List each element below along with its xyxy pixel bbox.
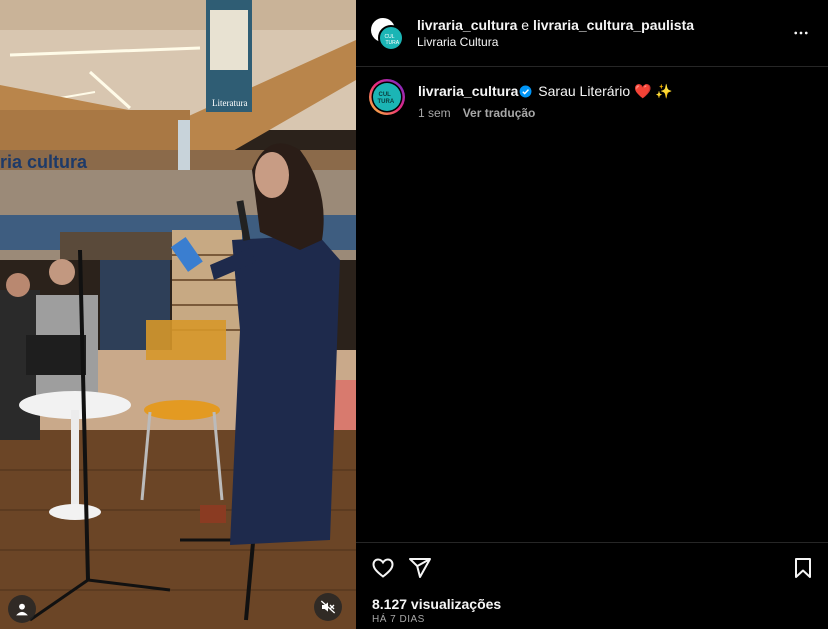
username-link-2[interactable]: livraria_cultura_paulista [533,17,694,33]
caption-text: Sarau Literário [538,83,631,99]
mute-toggle-button[interactable] [314,593,342,621]
tagged-user-icon [16,603,28,616]
bookmark-icon[interactable] [791,556,815,580]
banner-text: Literatura [212,98,247,108]
username-link-1[interactable]: livraria_cultura [417,17,517,33]
post-video[interactable]: ria cultura Literatura [0,0,356,629]
verified-badge-icon [519,85,532,98]
collab-usernames: livraria_cultura e livraria_cultura_paul… [417,16,694,34]
svg-text:CUL: CUL [379,92,392,98]
location-link[interactable]: Livraria Cultura [417,35,498,49]
caption-time[interactable]: 1 sem [418,106,451,120]
svg-text:TURA: TURA [386,40,400,46]
translate-link[interactable]: Ver tradução [463,106,536,120]
svg-text:TURA: TURA [378,99,395,105]
tagged-users-button[interactable] [8,595,36,623]
collab-joiner: e [521,17,530,33]
more-options-icon[interactable] [792,24,810,42]
view-count: 8.127 visualizações [372,596,502,612]
share-icon[interactable] [408,556,432,580]
post-header: CUL TURA livraria_cultura e livraria_cul… [356,0,828,67]
heart-icon[interactable] [371,556,395,580]
collab-avatar[interactable]: CUL TURA [370,17,404,51]
store-sign: ria cultura [0,152,88,172]
caption-username[interactable]: livraria_cultura [418,83,518,99]
post-date[interactable]: HÁ 7 DIAS [372,614,425,625]
video-frame: ria cultura Literatura [0,0,356,629]
actions-divider [356,542,828,543]
author-avatar[interactable]: CUL TURA [368,78,406,116]
post-details-panel: CUL TURA livraria_cultura e livraria_cul… [356,0,828,629]
muted-speaker-icon [320,600,336,614]
caption-emojis: ❤️ ✨ [634,83,673,99]
